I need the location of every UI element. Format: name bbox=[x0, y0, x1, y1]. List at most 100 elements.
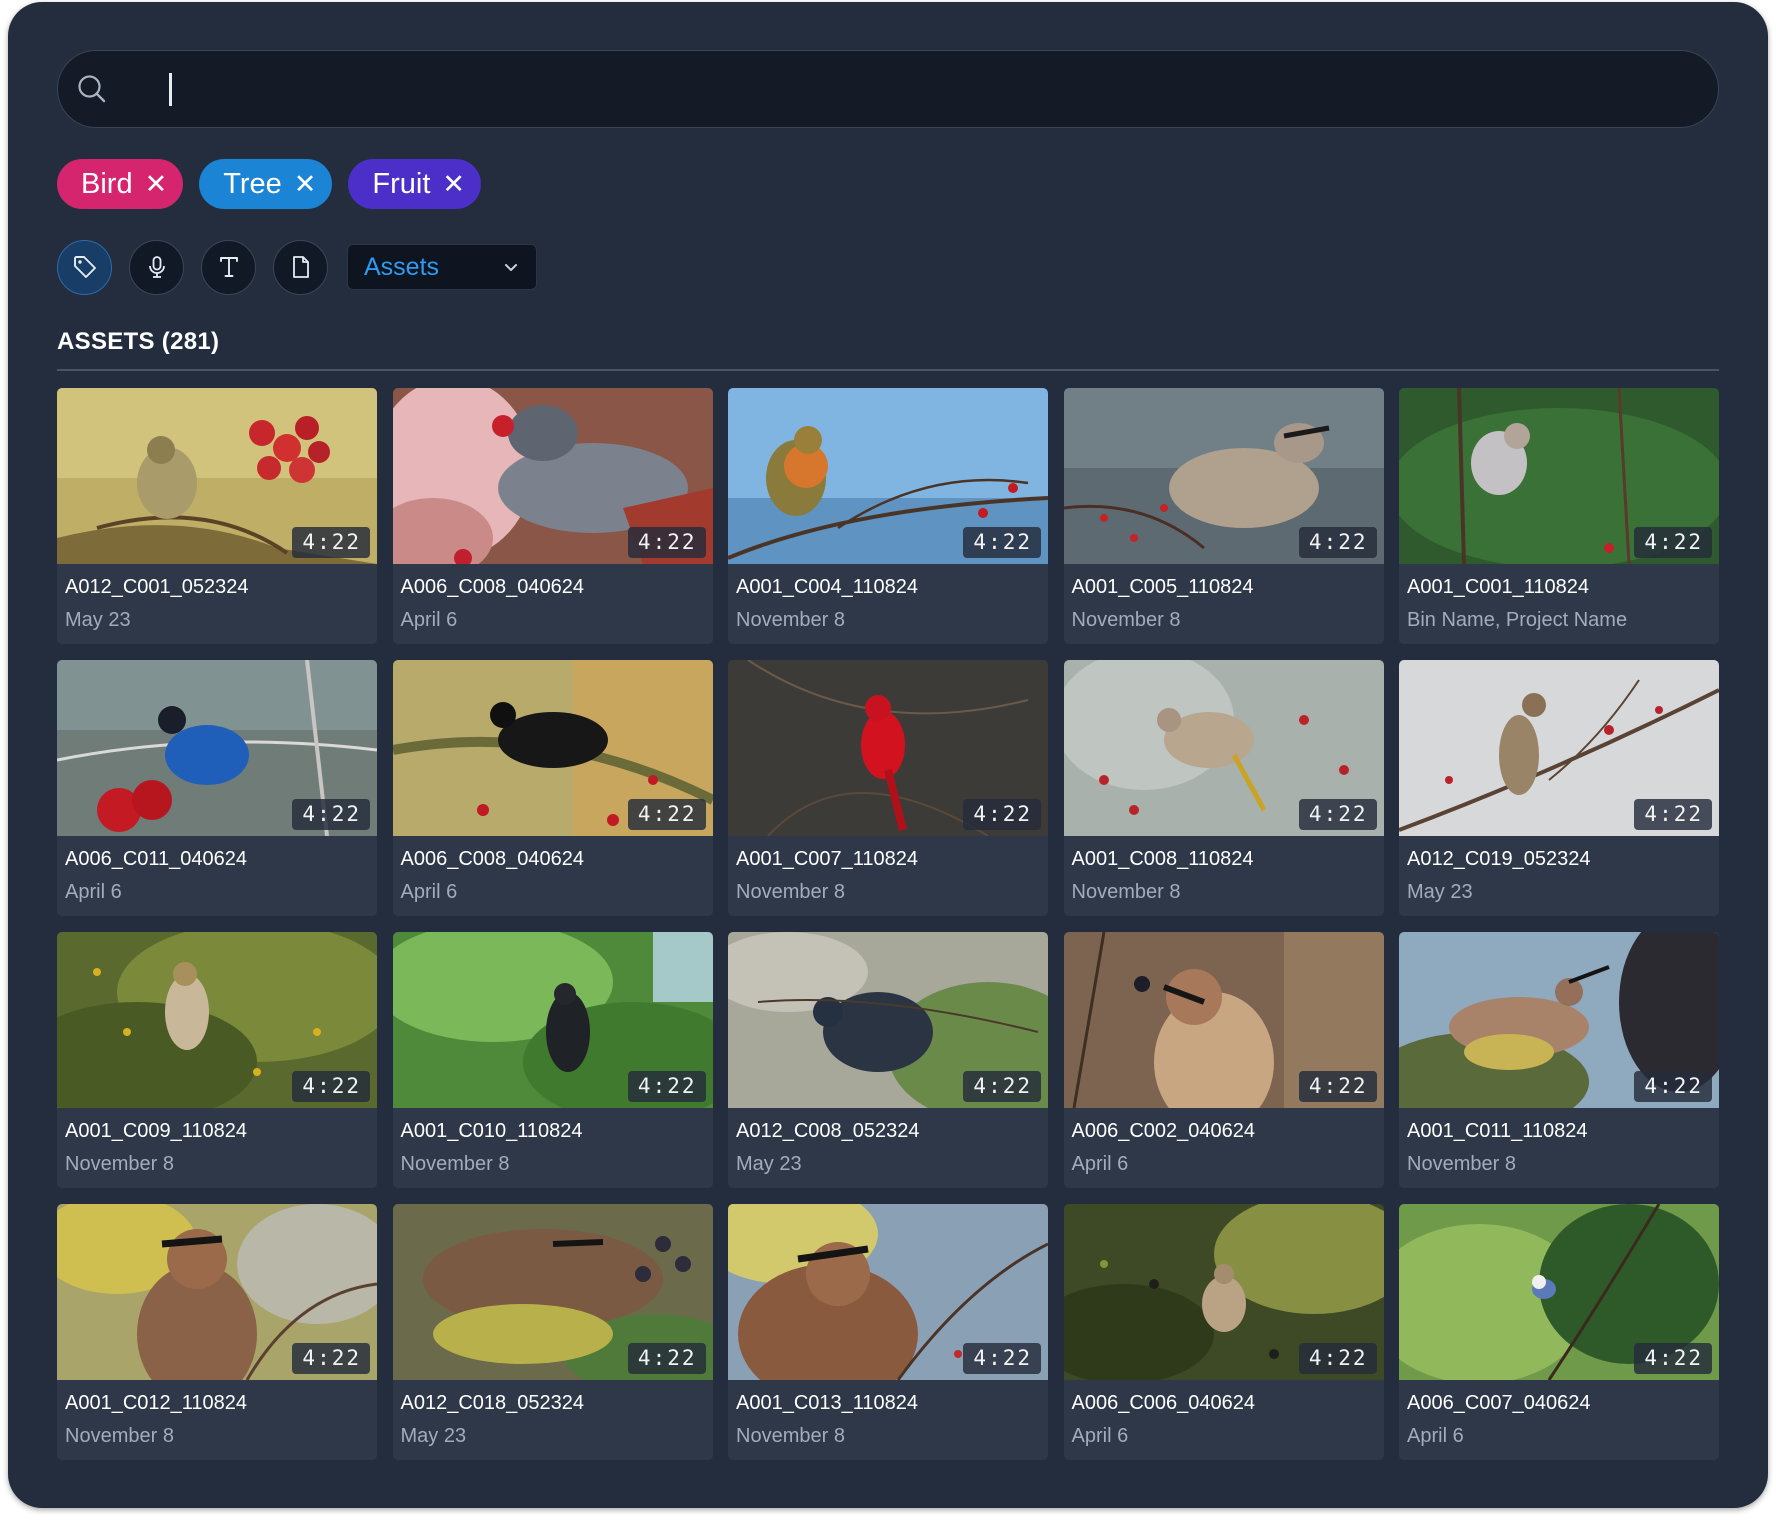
asset-name: A001_C010_110824 bbox=[400, 1120, 583, 1142]
duration-badge: 4:22 bbox=[292, 799, 370, 830]
asset-thumbnail[interactable]: 4:22 bbox=[728, 1204, 1048, 1380]
duration-badge: 4:22 bbox=[963, 527, 1041, 558]
filter-chip-tree[interactable]: Tree ✕ bbox=[199, 159, 333, 209]
asset-name: A001_C005_110824 bbox=[1071, 576, 1254, 598]
divider bbox=[57, 369, 1719, 371]
duration-badge: 4:22 bbox=[292, 1071, 370, 1102]
filter-chip-label: Tree bbox=[223, 167, 282, 200]
asset-card[interactable]: 4:22 A012_C001_052324 May 23 bbox=[57, 388, 377, 644]
asset-name: A012_C008_052324 bbox=[736, 1120, 920, 1142]
asset-thumbnail[interactable]: 4:22 bbox=[1399, 932, 1719, 1108]
asset-thumbnail[interactable]: 4:22 bbox=[1399, 1204, 1719, 1380]
asset-thumbnail[interactable]: 4:22 bbox=[57, 1204, 377, 1380]
asset-card[interactable]: 4:22 A001_C007_110824 November 8 bbox=[728, 660, 1048, 916]
asset-thumbnail[interactable]: 4:22 bbox=[392, 660, 713, 836]
asset-card[interactable]: 4:22 A012_C008_052324 May 23 bbox=[728, 932, 1048, 1188]
asset-thumbnail[interactable]: 4:22 bbox=[1063, 388, 1384, 564]
asset-thumbnail[interactable]: 4:22 bbox=[57, 660, 377, 836]
asset-date: Bin Name, Project Name bbox=[1407, 609, 1628, 631]
document-search-button[interactable] bbox=[273, 239, 328, 295]
asset-thumbnail[interactable]: 4:22 bbox=[728, 388, 1048, 564]
asset-name: A001_C009_110824 bbox=[65, 1120, 248, 1142]
duration-badge: 4:22 bbox=[963, 1343, 1041, 1374]
asset-card[interactable]: 4:22 A006_C006_040624 April 6 bbox=[1063, 1204, 1384, 1460]
asset-card[interactable]: 4:22 A001_C012_110824 November 8 bbox=[57, 1204, 377, 1460]
asset-thumbnail[interactable]: 4:22 bbox=[728, 932, 1048, 1108]
asset-date: April 6 bbox=[1407, 1425, 1464, 1447]
close-icon[interactable]: ✕ bbox=[442, 170, 465, 198]
scope-select[interactable]: Assets bbox=[347, 244, 537, 290]
asset-card[interactable]: 4:22 A012_C018_052324 May 23 bbox=[392, 1204, 713, 1460]
close-icon[interactable]: ✕ bbox=[294, 170, 317, 198]
filter-chip-bird[interactable]: Bird ✕ bbox=[57, 159, 184, 209]
asset-card[interactable]: 4:22 A006_C007_040624 April 6 bbox=[1399, 1204, 1719, 1460]
asset-name: A001_C007_110824 bbox=[736, 848, 919, 870]
asset-thumbnail[interactable]: 4:22 bbox=[728, 660, 1048, 836]
asset-thumbnail[interactable]: 4:22 bbox=[1399, 660, 1719, 836]
text-cursor bbox=[169, 73, 172, 106]
asset-card[interactable]: 4:22 A001_C005_110824 November 8 bbox=[1063, 388, 1384, 644]
asset-name: A001_C012_110824 bbox=[65, 1392, 248, 1414]
filter-chip-fruit[interactable]: Fruit ✕ bbox=[348, 159, 482, 209]
asset-date: November 8 bbox=[1071, 881, 1181, 903]
asset-date: May 23 bbox=[736, 1153, 802, 1175]
asset-card[interactable]: 4:22 A006_C008_040624 April 6 bbox=[392, 660, 713, 916]
close-icon[interactable]: ✕ bbox=[145, 170, 168, 198]
asset-card[interactable]: 4:22 A001_C001_110824 Bin Name, Project … bbox=[1399, 388, 1719, 644]
chevron-down-icon bbox=[505, 264, 517, 271]
duration-badge: 4:22 bbox=[1298, 527, 1377, 558]
tag-search-button[interactable] bbox=[57, 239, 112, 295]
asset-card[interactable]: 4:22 A001_C011_110824 November 8 bbox=[1399, 932, 1719, 1188]
asset-card[interactable]: 4:22 A001_C008_110824 November 8 bbox=[1063, 660, 1384, 916]
asset-date: November 8 bbox=[65, 1153, 174, 1175]
asset-thumbnail[interactable]: 4:22 bbox=[392, 1204, 713, 1380]
duration-badge: 4:22 bbox=[963, 1071, 1041, 1102]
asset-name: A001_C001_110824 bbox=[1407, 576, 1590, 598]
asset-thumbnail[interactable]: 4:22 bbox=[392, 388, 713, 564]
asset-name: A001_C004_110824 bbox=[736, 576, 919, 598]
duration-badge: 4:22 bbox=[1298, 799, 1377, 830]
asset-name: A001_C013_110824 bbox=[736, 1392, 919, 1414]
asset-card[interactable]: 4:22 A001_C009_110824 November 8 bbox=[57, 932, 377, 1188]
document-icon bbox=[292, 256, 309, 278]
asset-card[interactable]: 4:22 A006_C008_040624 April 6 bbox=[392, 388, 713, 644]
voice-search-button[interactable] bbox=[129, 239, 184, 295]
search-bar[interactable] bbox=[57, 50, 1719, 128]
section-title: ASSETS (281) bbox=[57, 328, 220, 355]
asset-date: May 23 bbox=[400, 1425, 467, 1447]
search-icon bbox=[75, 72, 109, 106]
asset-date: November 8 bbox=[1071, 609, 1181, 631]
asset-card[interactable]: 4:22 A001_C004_110824 November 8 bbox=[728, 388, 1048, 644]
asset-thumbnail[interactable]: 4:22 bbox=[57, 932, 377, 1108]
search-input[interactable] bbox=[120, 63, 1684, 117]
asset-name: A012_C018_052324 bbox=[400, 1392, 585, 1414]
asset-card[interactable]: 4:22 A006_C011_040624 April 6 bbox=[57, 660, 377, 916]
tag-icon bbox=[73, 256, 96, 278]
duration-badge: 4:22 bbox=[627, 1071, 706, 1102]
asset-card[interactable]: 4:22 A001_C013_110824 November 8 bbox=[728, 1204, 1048, 1460]
asset-date: April 6 bbox=[1071, 1425, 1129, 1447]
asset-date: April 6 bbox=[65, 881, 122, 903]
asset-thumbnail[interactable]: 4:22 bbox=[57, 388, 377, 564]
asset-date: November 8 bbox=[736, 881, 845, 903]
microphone-icon bbox=[148, 256, 165, 278]
asset-card[interactable]: 4:22 A001_C010_110824 November 8 bbox=[392, 932, 713, 1188]
asset-thumbnail[interactable]: 4:22 bbox=[1063, 1204, 1384, 1380]
asset-card[interactable]: 4:22 A006_C002_040624 April 6 bbox=[1063, 932, 1384, 1188]
asset-date: November 8 bbox=[65, 1425, 174, 1447]
duration-badge: 4:22 bbox=[1298, 1071, 1377, 1102]
asset-grid: 4:22 A012_C001_052324 May 23 4:22 A006_C… bbox=[57, 388, 1719, 1460]
asset-thumbnail[interactable]: 4:22 bbox=[392, 932, 713, 1108]
text-icon bbox=[219, 257, 238, 277]
scope-select-value: Assets bbox=[364, 252, 440, 281]
asset-date: November 8 bbox=[1407, 1153, 1516, 1175]
asset-name: A006_C008_040624 bbox=[400, 848, 585, 870]
asset-thumbnail[interactable]: 4:22 bbox=[1063, 660, 1384, 836]
asset-date: April 6 bbox=[400, 881, 458, 903]
asset-thumbnail[interactable]: 4:22 bbox=[1399, 388, 1719, 564]
asset-name: A006_C011_040624 bbox=[65, 848, 248, 870]
duration-badge: 4:22 bbox=[1634, 799, 1712, 830]
text-search-button[interactable] bbox=[201, 239, 256, 295]
asset-card[interactable]: 4:22 A012_C019_052324 May 23 bbox=[1399, 660, 1719, 916]
asset-thumbnail[interactable]: 4:22 bbox=[1063, 932, 1384, 1108]
